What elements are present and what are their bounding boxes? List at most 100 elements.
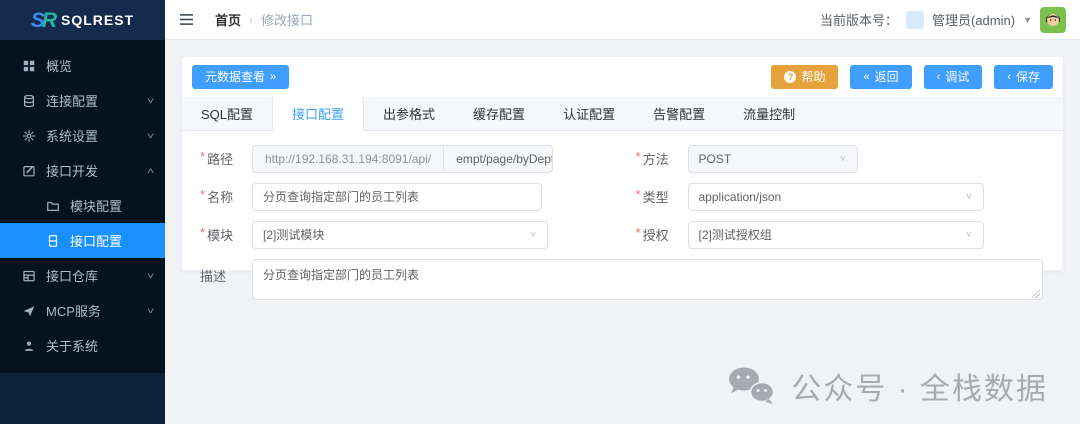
module-field: *模块 [2]测试模块 ∨ bbox=[200, 220, 610, 249]
required-mark: * bbox=[636, 149, 641, 168]
type-select[interactable]: application/json ∨ bbox=[688, 183, 984, 211]
path-prefix: http://192.168.31.194:8091/api/ bbox=[253, 146, 444, 172]
avatar[interactable] bbox=[1040, 7, 1066, 33]
caret-down-icon: ∨ bbox=[965, 230, 972, 239]
gear-icon bbox=[22, 129, 36, 143]
app-window: SR SQLREST 概览 连接配置 ˅ 系统设置 bbox=[0, 0, 1080, 424]
edit-icon bbox=[22, 164, 36, 178]
main-area: 首页 › 修改接口 当前版本号： 管理员(admin) ▼ 元数据查看» bbox=[165, 0, 1080, 424]
path-value[interactable]: empt/page/byDeptNo bbox=[444, 146, 553, 172]
method-value: POST bbox=[699, 152, 732, 166]
tab-auth-config[interactable]: 认证配置 bbox=[544, 97, 634, 130]
required-mark: * bbox=[636, 187, 641, 206]
api-config-form: *路径 http://192.168.31.194:8091/api/ empt… bbox=[182, 131, 1063, 317]
tab-cache-config[interactable]: 缓存配置 bbox=[454, 97, 544, 130]
sidebar-footer-area bbox=[0, 373, 165, 424]
sidebar-item-label: MCP服务 bbox=[46, 301, 101, 320]
auth-label: 授权 bbox=[643, 225, 669, 244]
metadata-view-button[interactable]: 元数据查看» bbox=[192, 65, 289, 89]
header-right: 当前版本号： 管理员(admin) ▼ bbox=[820, 7, 1066, 33]
app-title: SQLREST bbox=[61, 12, 134, 28]
grid-icon bbox=[22, 59, 36, 73]
double-arrow-left-icon: « bbox=[863, 72, 869, 83]
auth-field: *授权 [2]测试授权组 ∨ bbox=[636, 220, 1046, 249]
top-header: 首页 › 修改接口 当前版本号： 管理员(admin) ▼ bbox=[165, 0, 1080, 40]
chevron-down-icon: ˅ bbox=[147, 271, 154, 281]
sidebar-item-about[interactable]: 关于系统 bbox=[0, 328, 165, 363]
tab-output-format[interactable]: 出参格式 bbox=[364, 97, 454, 130]
name-field: *名称 bbox=[200, 182, 610, 211]
description-label: 描述 bbox=[200, 266, 226, 303]
sidebar-item-label: 概览 bbox=[46, 56, 72, 75]
path-label: 路径 bbox=[207, 149, 233, 168]
auth-value: [2]测试授权组 bbox=[699, 226, 772, 243]
caret-down-icon: ∨ bbox=[839, 154, 846, 163]
sidebar-item-label: 关于系统 bbox=[46, 336, 98, 355]
chevron-up-icon: ˄ bbox=[147, 166, 154, 176]
required-mark: * bbox=[200, 225, 205, 244]
breadcrumb: 首页 › 修改接口 bbox=[215, 10, 313, 29]
save-button[interactable]: ‹保存 bbox=[994, 65, 1053, 89]
sidebar-item-overview[interactable]: 概览 bbox=[0, 48, 165, 83]
watermark: 公众号 · 全栈数据 bbox=[725, 364, 1048, 408]
arrow-left-icon: ‹ bbox=[1007, 72, 1011, 83]
caret-down-icon: ∨ bbox=[965, 192, 972, 201]
sidebar-item-label: 模块配置 bbox=[70, 196, 122, 215]
sidebar-item-mcp-service[interactable]: MCP服务 ˅ bbox=[0, 293, 165, 328]
logo-monogram-icon: SR bbox=[31, 10, 54, 31]
module-select[interactable]: [2]测试模块 ∨ bbox=[252, 221, 548, 249]
content-area: 元数据查看» ?帮助 «返回 ‹调试 ‹保存 bbox=[165, 40, 1080, 424]
description-textarea[interactable]: 分页查询指定部门的员工列表 bbox=[252, 259, 1043, 300]
type-value: application/json bbox=[699, 190, 782, 204]
chevron-down-icon: ˅ bbox=[147, 131, 154, 141]
path-input[interactable]: http://192.168.31.194:8091/api/ empt/pag… bbox=[252, 145, 553, 173]
sidebar-item-label: 系统设置 bbox=[46, 126, 98, 145]
version-badge bbox=[906, 11, 924, 29]
arrow-left-icon: ‹ bbox=[937, 72, 941, 83]
tab-sql-config[interactable]: SQL配置 bbox=[182, 97, 272, 130]
sidebar: SR SQLREST 概览 连接配置 ˅ 系统设置 bbox=[0, 0, 165, 424]
sidebar-item-label: 接口开发 bbox=[46, 161, 98, 180]
config-tabs: SQL配置 接口配置 出参格式 缓存配置 认证配置 告警配置 流量控制 bbox=[182, 97, 1063, 131]
caret-down-icon: ∨ bbox=[530, 230, 537, 239]
tab-traffic-control[interactable]: 流量控制 bbox=[724, 97, 814, 130]
sidebar-item-module-config[interactable]: 模块配置 bbox=[0, 188, 165, 223]
type-label: 类型 bbox=[643, 187, 669, 206]
breadcrumb-home-link[interactable]: 首页 bbox=[215, 10, 241, 29]
action-buttons: ?帮助 «返回 ‹调试 ‹保存 bbox=[771, 65, 1053, 89]
user-icon bbox=[22, 339, 36, 353]
send-icon bbox=[22, 304, 36, 318]
database-icon bbox=[22, 94, 36, 108]
watermark-text: 公众号 · 全栈数据 bbox=[791, 364, 1048, 408]
resize-handle-icon[interactable] bbox=[1032, 290, 1040, 298]
auth-select[interactable]: [2]测试授权组 ∨ bbox=[688, 221, 984, 249]
api-edit-card: 元数据查看» ?帮助 «返回 ‹调试 ‹保存 bbox=[181, 56, 1064, 271]
method-select[interactable]: POST ∨ bbox=[688, 145, 858, 173]
version-label: 当前版本号： bbox=[820, 10, 898, 29]
back-button[interactable]: «返回 bbox=[850, 65, 911, 89]
card-toolbar: 元数据查看» ?帮助 «返回 ‹调试 ‹保存 bbox=[182, 57, 1063, 89]
help-button[interactable]: ?帮助 bbox=[771, 65, 838, 89]
required-mark: * bbox=[636, 225, 641, 244]
breadcrumb-separator: › bbox=[249, 13, 253, 27]
name-input[interactable] bbox=[252, 183, 542, 211]
method-label: 方法 bbox=[643, 149, 669, 168]
sidebar-item-api-repo[interactable]: 接口仓库 ˅ bbox=[0, 258, 165, 293]
debug-button[interactable]: ‹调试 bbox=[924, 65, 983, 89]
sidebar-item-label: 接口仓库 bbox=[46, 266, 98, 285]
sidebar-item-connections[interactable]: 连接配置 ˅ bbox=[0, 83, 165, 118]
sidebar-item-api-dev[interactable]: 接口开发 ˄ bbox=[0, 153, 165, 188]
sidebar-item-system-settings[interactable]: 系统设置 ˅ bbox=[0, 118, 165, 153]
tab-alert-config[interactable]: 告警配置 bbox=[634, 97, 724, 130]
folder-icon bbox=[46, 199, 60, 213]
chevron-down-icon: ˅ bbox=[147, 96, 154, 106]
required-mark: * bbox=[200, 187, 205, 206]
user-menu-label[interactable]: 管理员(admin) bbox=[932, 10, 1015, 29]
chevron-down-icon: ˅ bbox=[147, 306, 154, 316]
collapse-sidebar-icon[interactable] bbox=[173, 7, 199, 33]
archive-icon bbox=[22, 269, 36, 283]
tab-api-config[interactable]: 接口配置 bbox=[272, 97, 364, 131]
question-icon: ? bbox=[784, 71, 796, 83]
sidebar-item-api-config[interactable]: 接口配置 bbox=[0, 223, 165, 258]
required-mark: * bbox=[200, 149, 205, 168]
